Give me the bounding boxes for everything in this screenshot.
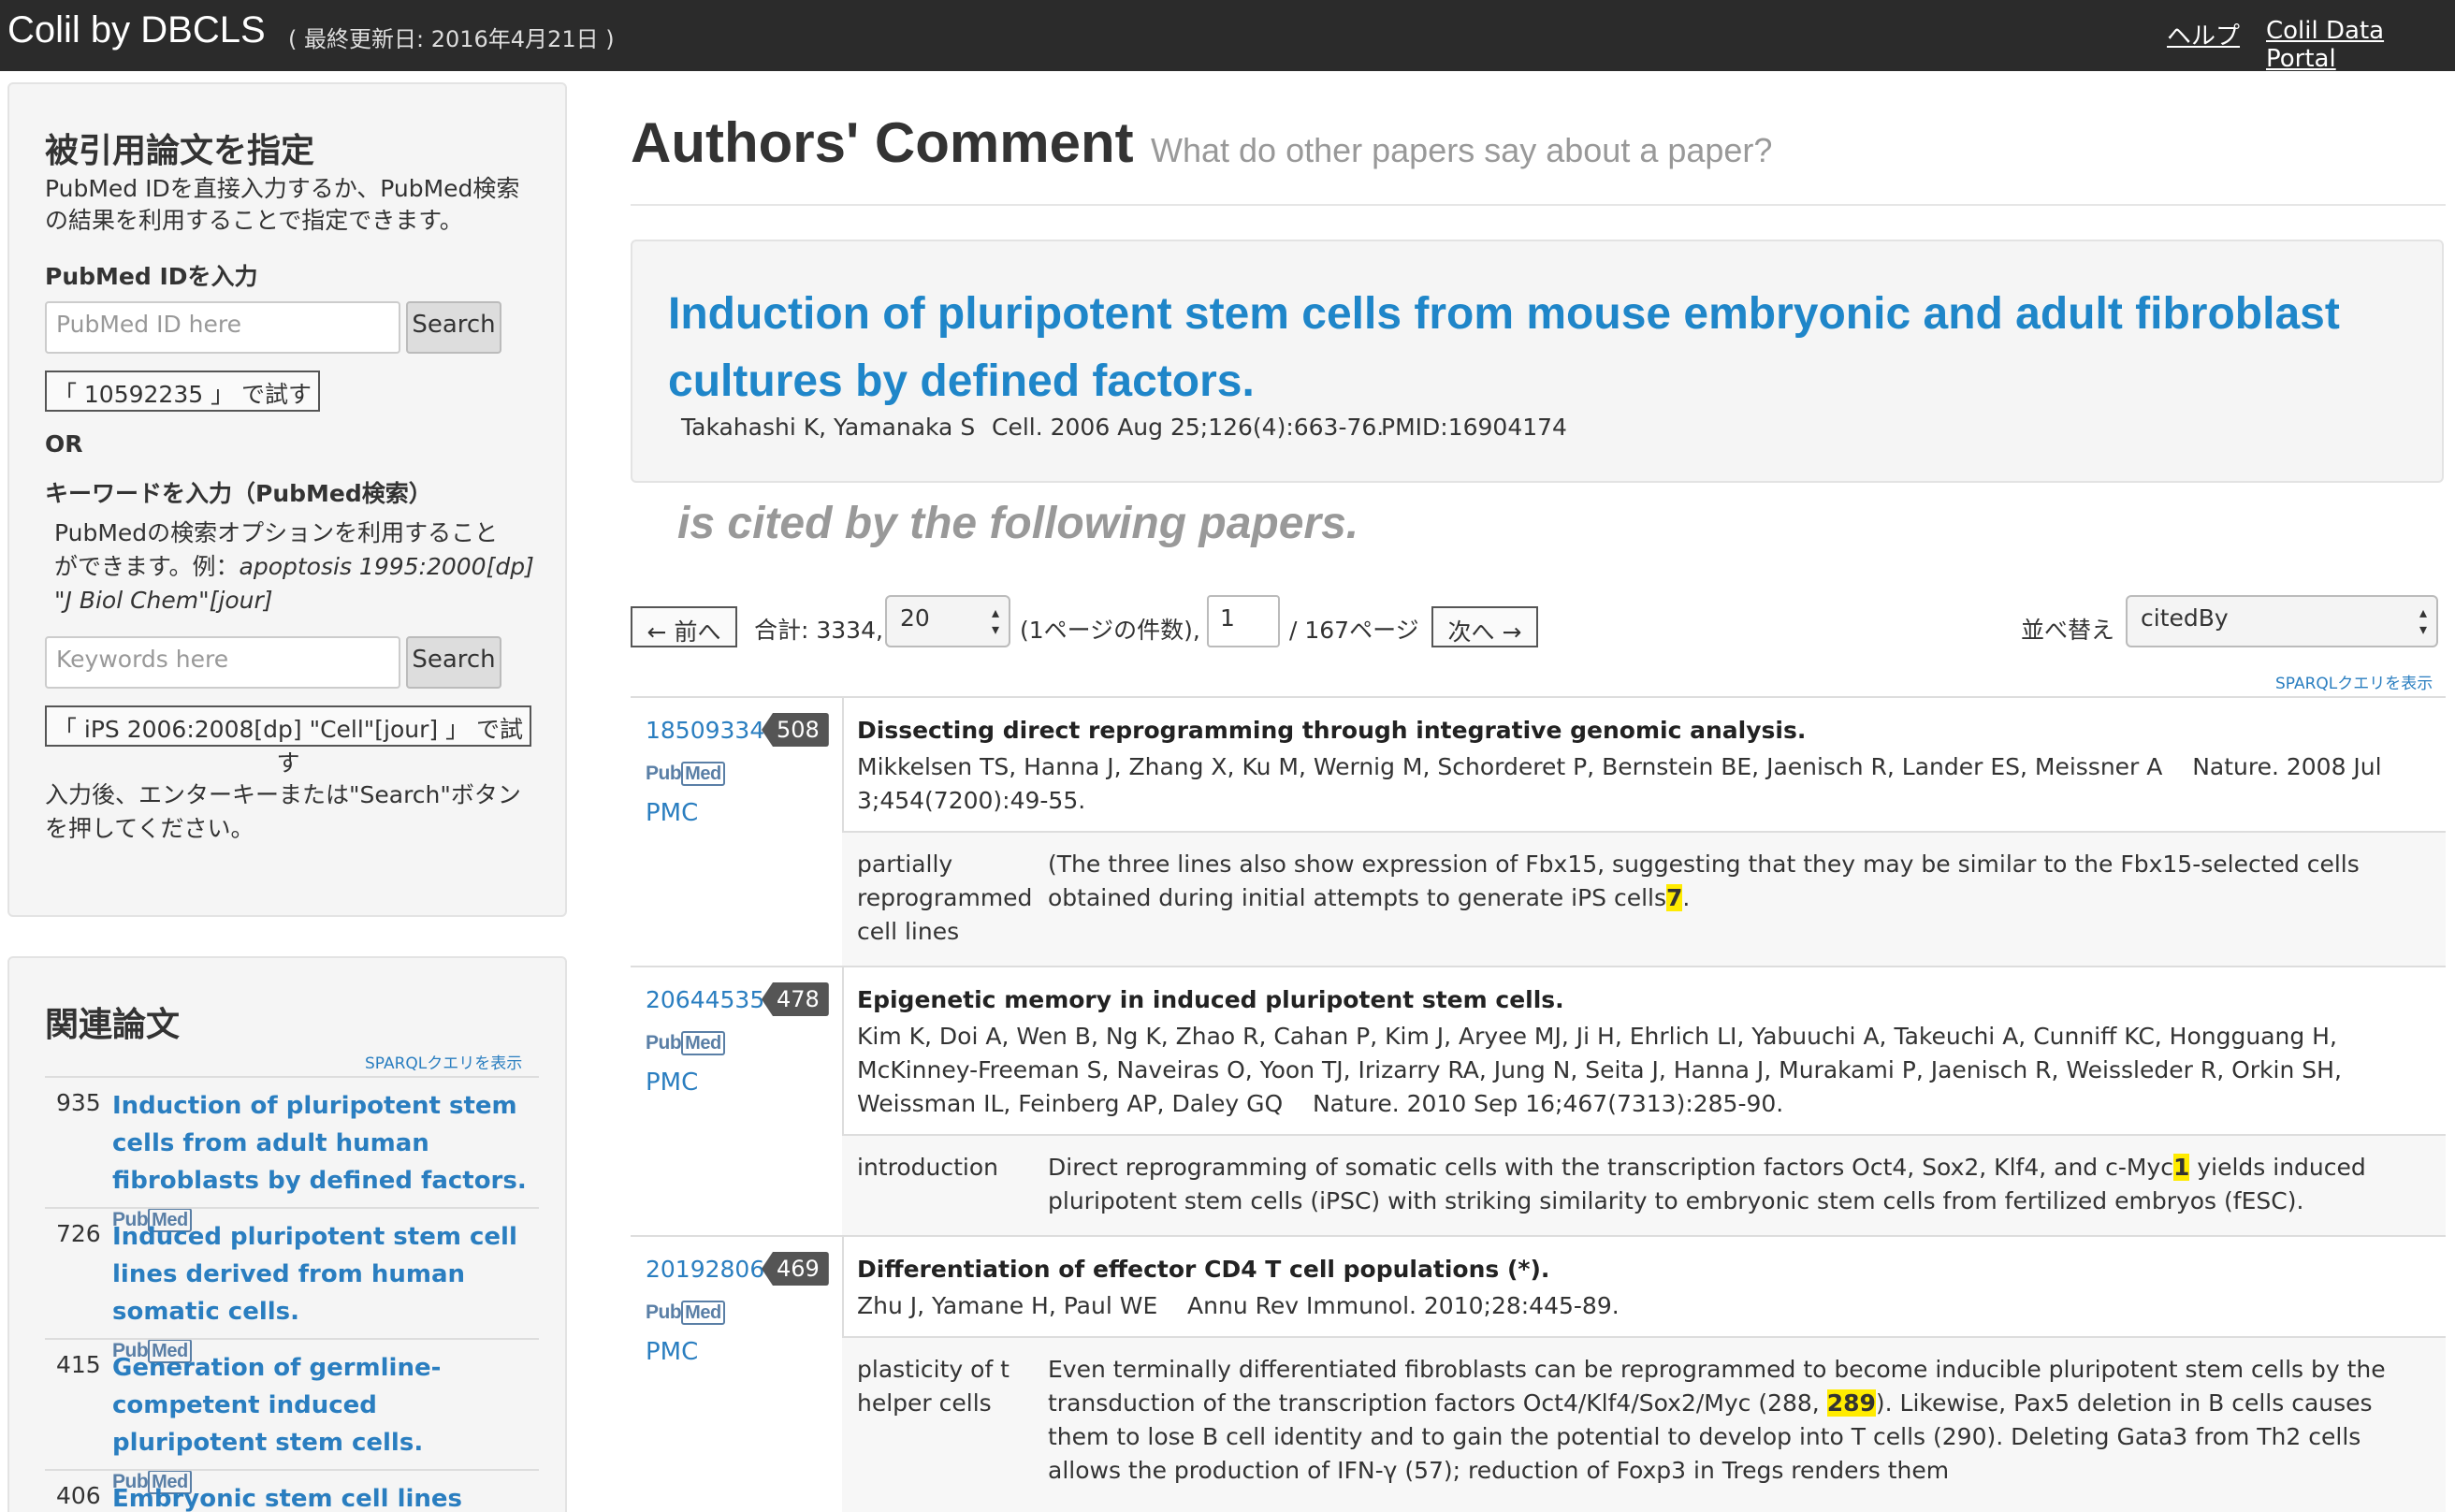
total-count: 合計: 3334, xyxy=(754,617,883,644)
citation-context: introduction Direct reprogramming of som… xyxy=(842,1134,2446,1237)
context-sentence: (The three lines also show expression of… xyxy=(1048,850,2360,911)
citation-entry: 20644535 478 Pub Med PMC Epigenetic memor… xyxy=(631,966,2446,1237)
citation-entry: 18509334 508 Pub Med PMC Dissecting direc… xyxy=(631,696,2446,967)
cited-count-badge: 478 xyxy=(762,982,829,1016)
try-pmid-button[interactable]: 「 10592235 」 で試す xyxy=(45,371,320,412)
related-papers-panel: 関連論文 SPARQLクエリを表示 935 Induction of pluri… xyxy=(7,956,567,1512)
select-arrows-icon: ▴ ▾ xyxy=(2419,603,2427,638)
citing-pmid-link[interactable]: 18509334 xyxy=(646,717,764,744)
context-section-label: introduction xyxy=(857,1154,998,1181)
citing-paper-title: Dissecting direct reprogramming through … xyxy=(857,717,1807,744)
related-sparql-link[interactable]: SPARQLクエリを表示 xyxy=(365,1050,522,1073)
citing-pmid-link[interactable]: 20192806 xyxy=(646,1256,764,1283)
keyword-label: キーワードを入力（PubMed検索） xyxy=(45,480,432,507)
context-section-label: plasticity of t helper cells xyxy=(857,1356,1010,1417)
related-title-link[interactable]: Embryonic stem cell lines derived xyxy=(112,1480,539,1512)
pubmed-logo-icon[interactable]: Pub Med xyxy=(646,762,725,786)
search-hint-2: を押してください。 xyxy=(45,815,254,842)
related-item: 415 Generation of germline-competent ind… xyxy=(45,1338,539,1494)
sort-select[interactable]: citedBy ▴ ▾ xyxy=(2126,595,2438,647)
page-number-input[interactable]: 1 xyxy=(1207,595,1280,647)
pmc-link[interactable]: PMC xyxy=(646,1069,698,1097)
top-navbar: Colil by DBCLS ( 最終更新日: 2016年4月21日 ) ヘルプ… xyxy=(0,0,2455,73)
target-paper-box: Induction of pluripotent stem cells from… xyxy=(631,240,2444,483)
target-paper-pmid: PMID:16904174 xyxy=(1381,414,1567,441)
pmid-search-button[interactable]: Search xyxy=(406,301,501,354)
title-divider xyxy=(631,204,2446,206)
context-sentence: Even terminally differentiated fibroblas… xyxy=(1048,1356,2386,1484)
specify-paper-panel: 被引用論文を指定 PubMed IDを直接入力するか、PubMed検索 の結果を… xyxy=(7,82,567,917)
citing-paper-meta: Zhu J, Yamane H, Paul WE Annu Rev Immuno… xyxy=(857,1292,1620,1319)
pmc-link[interactable]: PMC xyxy=(646,799,698,827)
help-link[interactable]: ヘルプ xyxy=(2167,17,2240,51)
next-page-button[interactable]: 次へ → xyxy=(1431,606,1538,647)
page-subtitle: What do other papers say about a paper? xyxy=(1151,131,1773,169)
related-papers-heading: 関連論文 xyxy=(45,1006,181,1044)
related-item: 726 Induced pluripotent stem cell lines … xyxy=(45,1207,539,1363)
pmc-link[interactable]: PMC xyxy=(646,1338,698,1366)
per-page-label: (1ページの件数), xyxy=(1020,617,1200,644)
related-count: 406 xyxy=(56,1482,101,1509)
target-paper-authors: Takahashi K, Yamanaka S xyxy=(681,414,976,441)
citation-entry: 20192806 469 Pub Med PMC Differentiation … xyxy=(631,1235,2446,1512)
related-count: 935 xyxy=(56,1089,101,1116)
page-total: / 167ページ xyxy=(1289,617,1419,644)
context-sentence: Direct reprogramming of somatic cells wi… xyxy=(1048,1154,2366,1214)
target-paper-journal: Cell. 2006 Aug 25;126(4):663-76. xyxy=(992,414,1385,441)
pmid-input[interactable]: PubMed ID here xyxy=(45,301,400,354)
list-sparql-link[interactable]: SPARQLクエリを表示 xyxy=(2275,670,2433,693)
keyword-desc-2: ができます。例：apoptosis 1995:2000[dp] xyxy=(54,553,534,580)
citing-pmid-link[interactable]: 20644535 xyxy=(646,986,764,1013)
per-page-select[interactable]: 20 ▴ ▾ xyxy=(885,595,1010,647)
citing-paper-title: Differentiation of effector CD4 T cell p… xyxy=(857,1256,1550,1283)
specify-desc-2: の結果を利用することで指定できます。 xyxy=(45,207,463,234)
cited-count-badge: 469 xyxy=(762,1252,829,1286)
specify-paper-heading: 被引用論文を指定 xyxy=(45,132,315,170)
select-arrows-icon: ▴ ▾ xyxy=(991,603,999,638)
related-item: 935 Induction of pluripotent stem cells … xyxy=(45,1076,539,1232)
context-section-label: partially reprogrammed cell lines xyxy=(857,850,1033,945)
data-portal-link[interactable]: Colil Data Portal xyxy=(2266,17,2455,73)
cited-count-badge: 508 xyxy=(762,713,829,747)
page-title: Authors' Comment xyxy=(631,111,1134,174)
pmid-label: PubMed IDを入力 xyxy=(45,263,258,290)
citing-paper-meta: Kim K, Doi A, Wen B, Ng K, Zhao R, Cahan… xyxy=(857,1023,2342,1117)
keyword-desc-1: PubMedの検索オプションを利用すること xyxy=(54,519,499,546)
pubmed-logo-icon[interactable]: Pub Med xyxy=(646,1301,725,1325)
keyword-desc-3: "J Biol Chem"[jour] xyxy=(54,587,273,614)
or-label: OR xyxy=(45,430,83,458)
last-updated: ( 最終更新日: 2016年4月21日 ) xyxy=(288,26,615,52)
related-item: 406 Embryonic stem cell lines derived xyxy=(45,1469,539,1512)
sort-label: 並べ替え xyxy=(2021,617,2115,644)
try-keyword-button[interactable]: 「 iPS 2006:2008[dp] "Cell"[jour] 」 で試す xyxy=(45,705,531,777)
citing-paper-title: Epigenetic memory in induced pluripotent… xyxy=(857,986,1564,1013)
pubmed-logo-icon[interactable]: Pub Med xyxy=(646,1031,725,1055)
keyword-search-button[interactable]: Search xyxy=(406,636,501,689)
cited-by-heading: is cited by the following papers. xyxy=(677,499,1359,548)
brand-link[interactable]: Colil by DBCLS xyxy=(7,9,266,51)
search-hint-1: 入力後、エンターキーまたは"Search"ボタン xyxy=(45,781,521,808)
related-count: 415 xyxy=(56,1351,101,1378)
keyword-input[interactable]: Keywords here xyxy=(45,636,400,689)
citation-context: plasticity of t helper cells Even termin… xyxy=(842,1336,2446,1512)
specify-desc-1: PubMed IDを直接入力するか、PubMed検索 xyxy=(45,175,520,202)
prev-page-button[interactable]: ← 前へ xyxy=(631,606,737,647)
target-paper-title[interactable]: Induction of pluripotent stem cells from… xyxy=(668,281,2427,415)
citing-paper-meta: Mikkelsen TS, Hanna J, Zhang X, Ku M, We… xyxy=(857,753,2382,814)
related-count: 726 xyxy=(56,1220,101,1247)
citation-context: partially reprogrammed cell lines (The t… xyxy=(842,831,2446,967)
